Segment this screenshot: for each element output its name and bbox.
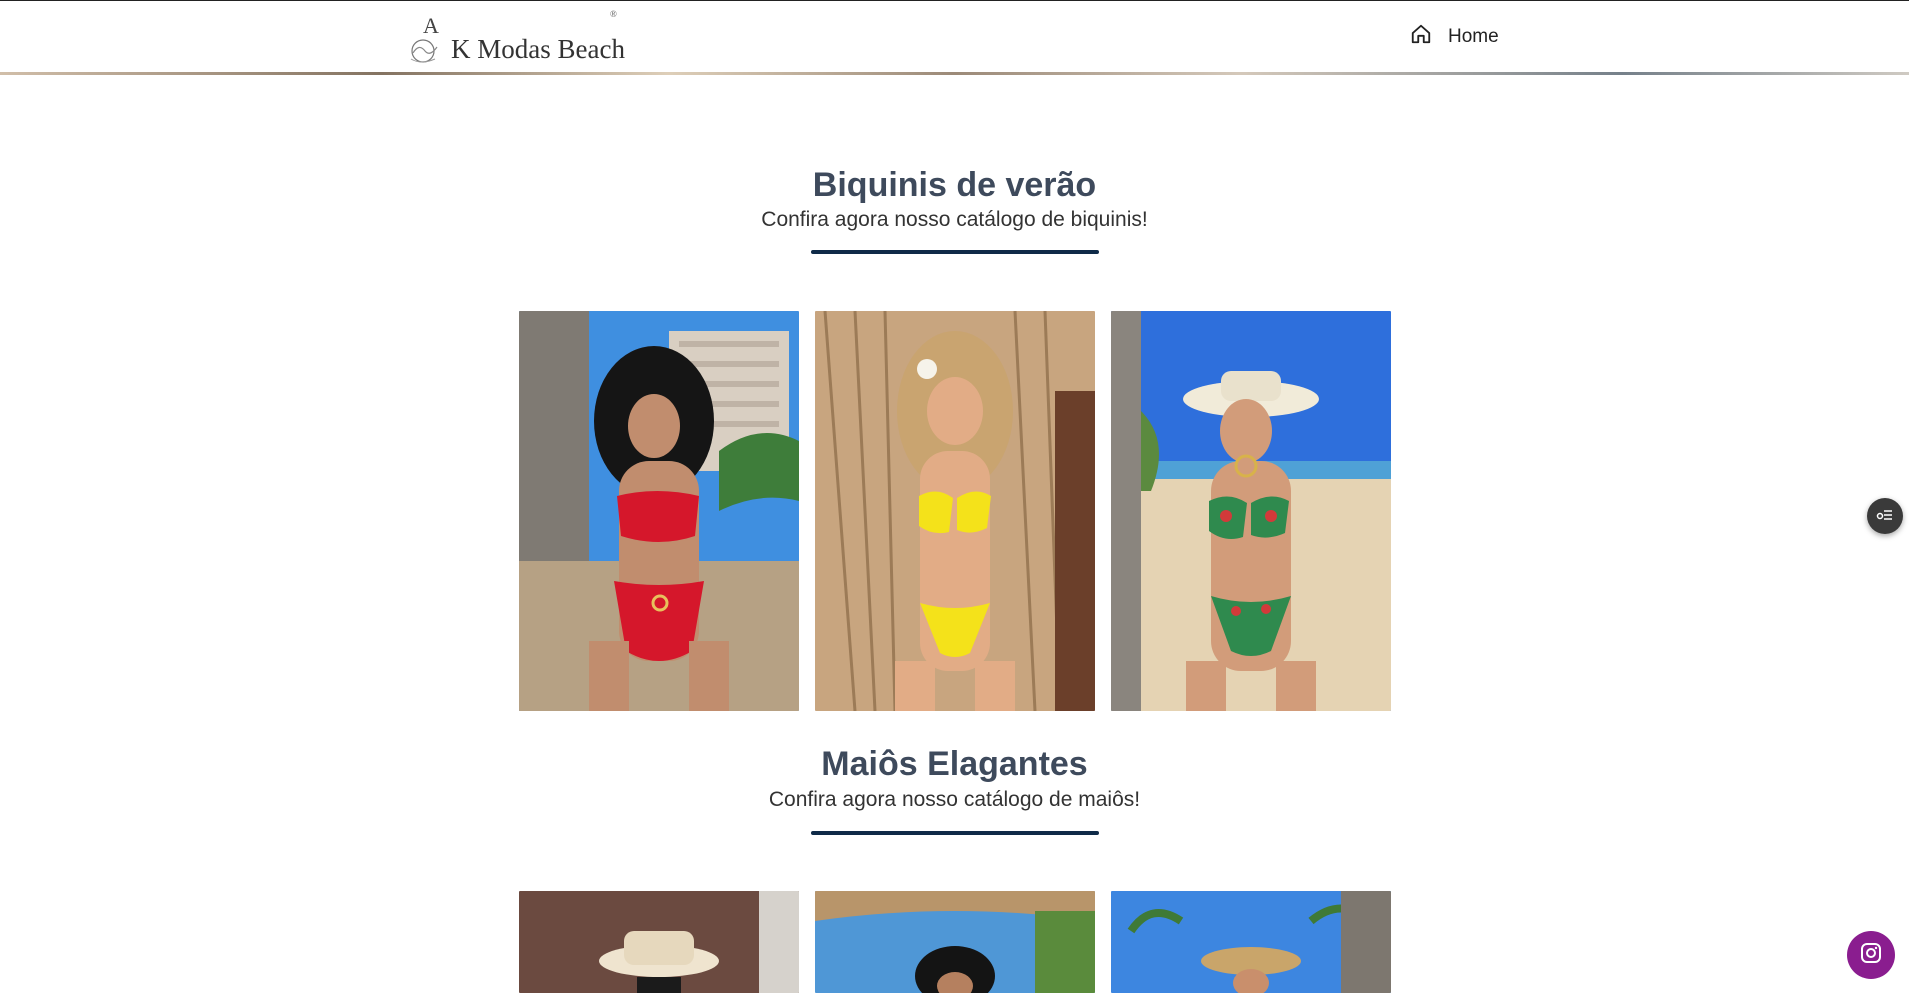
header-banner-strip <box>0 72 1909 75</box>
yellow-bikini-photo[interactable] <box>815 311 1095 711</box>
list-toggle-icon <box>1876 507 1894 526</box>
instagram-icon <box>1859 941 1883 970</box>
one-piece-photo-2[interactable] <box>815 891 1095 993</box>
site-header: A K Modas Beach ® Home <box>0 1 1909 73</box>
logo-emblem: A <box>405 13 449 67</box>
section-subtitle-swimsuits: Confira agora nosso catálogo de maiôs! <box>768 788 1141 811</box>
nav-home-link[interactable]: Home <box>1448 26 1499 48</box>
home-icon[interactable] <box>1410 23 1432 50</box>
brand-logo[interactable]: A K Modas Beach <box>405 11 625 67</box>
main-nav: Home <box>1410 23 1499 50</box>
red-bikini-photo[interactable] <box>519 311 799 711</box>
logo-letter: A <box>423 13 439 38</box>
brand-registered-mark: ® <box>610 9 617 19</box>
floral-bikini-photo[interactable] <box>1111 311 1391 711</box>
side-panel-toggle-button[interactable] <box>1867 498 1903 534</box>
section-subtitle-bikinis: Confira agora nosso catálogo de biquinis… <box>761 208 1148 231</box>
section-title-swimsuits: Maiôs Elagantes <box>821 745 1088 783</box>
one-piece-photo-3[interactable] <box>1111 891 1391 993</box>
instagram-button[interactable] <box>1847 931 1895 979</box>
section-divider-swimsuits <box>811 831 1099 835</box>
brand-name: K Modas Beach <box>451 34 625 64</box>
one-piece-photo-1[interactable] <box>519 891 799 993</box>
section-title-bikinis: Biquinis de verão <box>812 166 1097 204</box>
section-divider-bikinis <box>811 250 1099 254</box>
